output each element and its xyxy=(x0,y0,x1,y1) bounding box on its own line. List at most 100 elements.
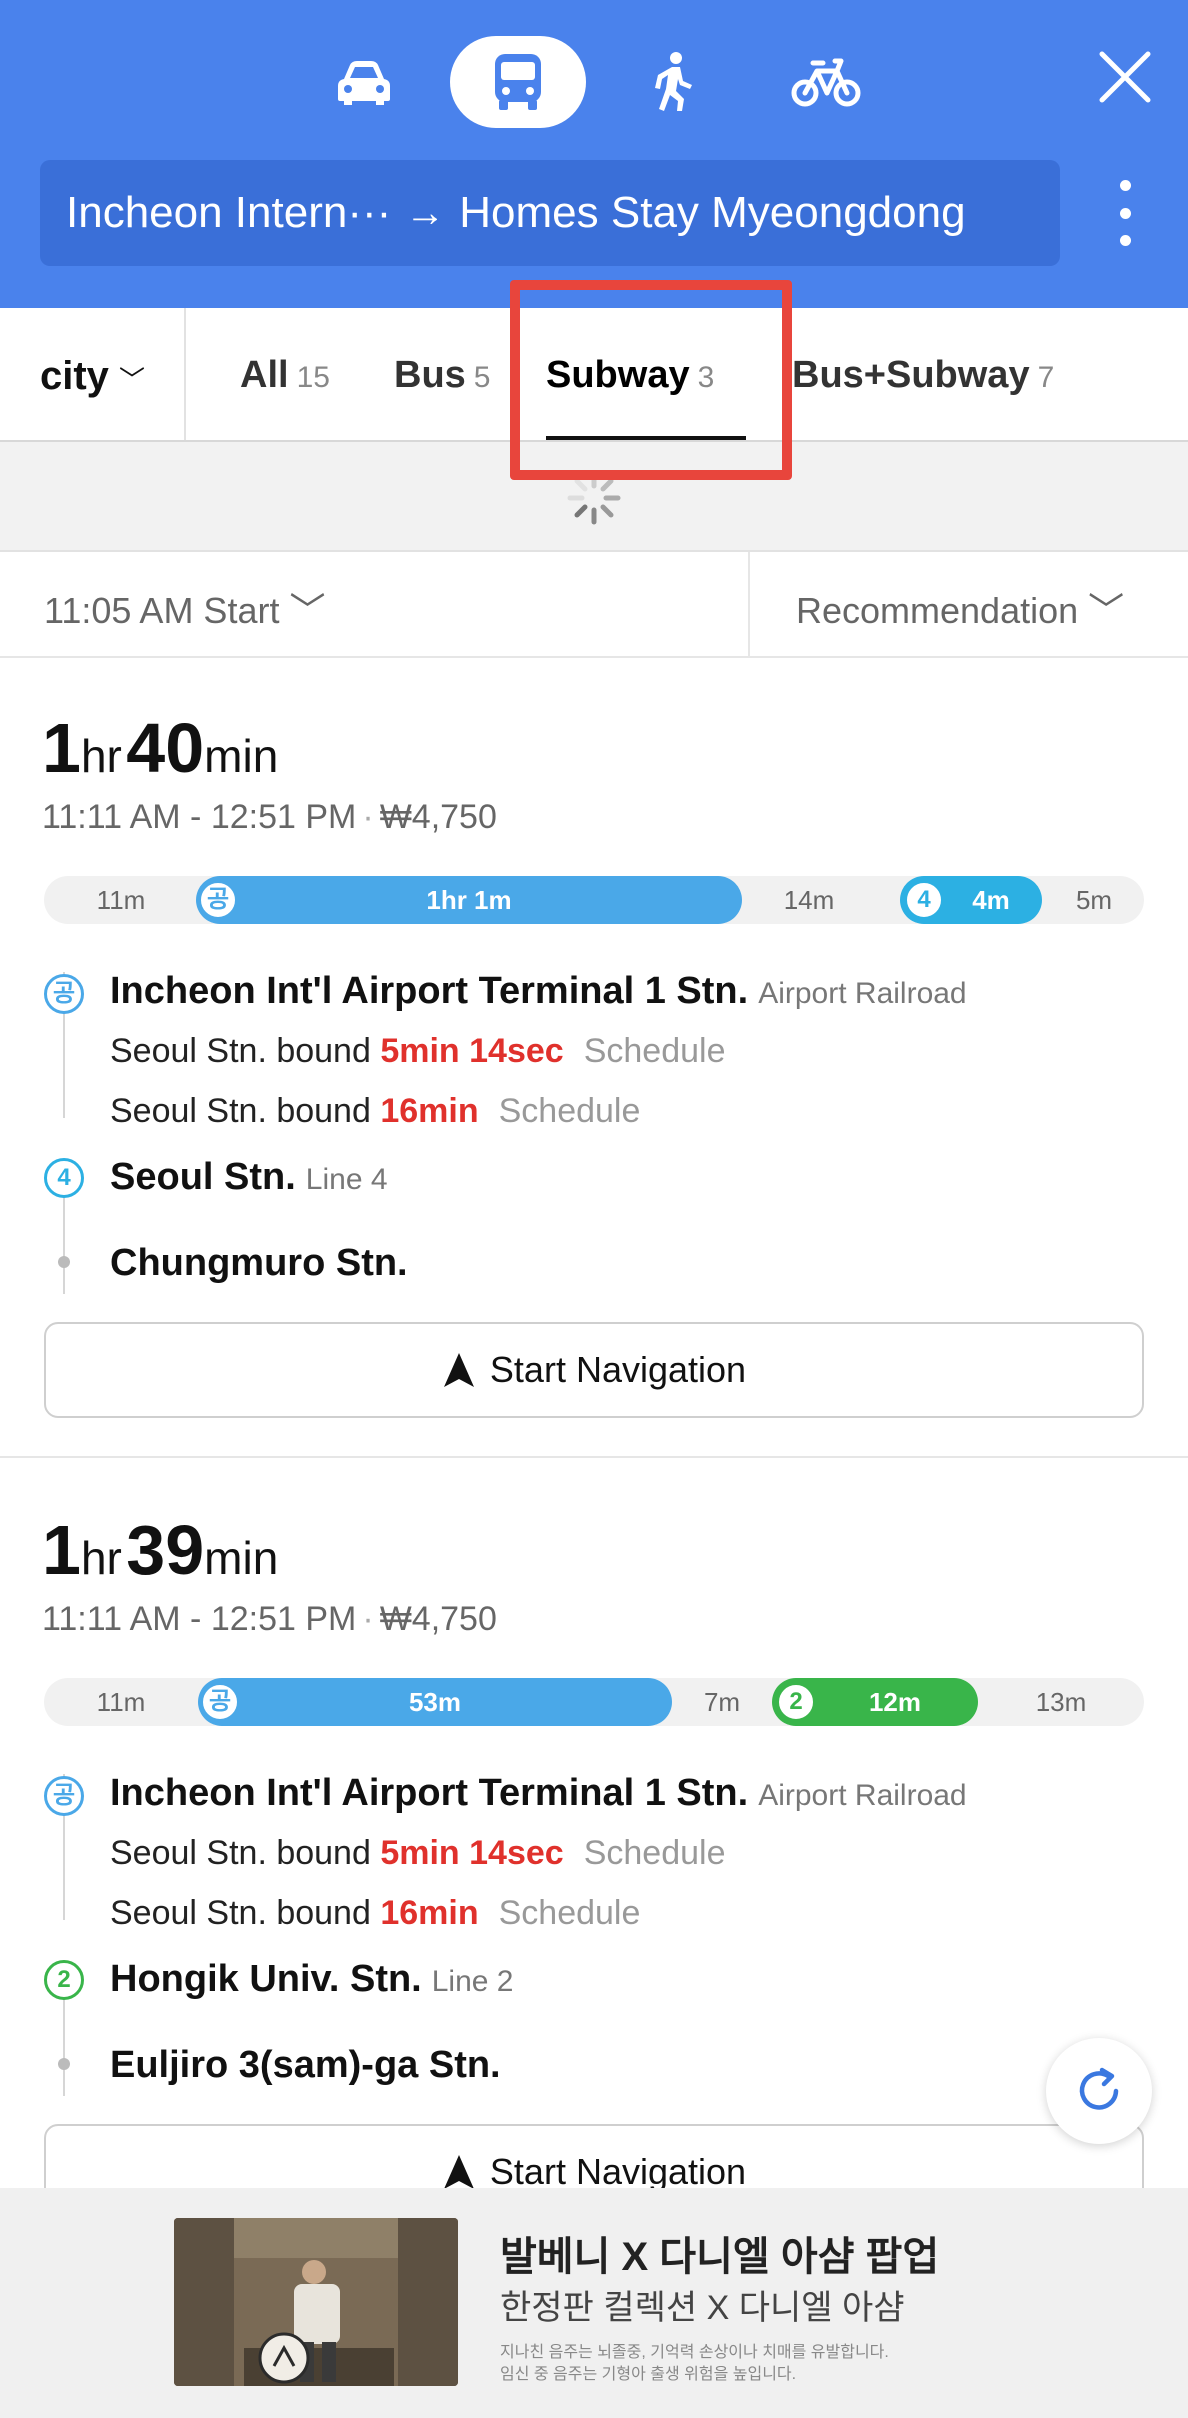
route-duration: 1hr 39min xyxy=(42,1510,278,1590)
tab-all[interactable]: All 15 xyxy=(240,354,330,397)
bound-label: Seoul Stn. bound xyxy=(110,1032,371,1070)
bound-label: Seoul Stn. bound xyxy=(110,1894,371,1932)
bound-label: Seoul Stn. bound xyxy=(110,1092,371,1130)
sort-dropdown[interactable]: Recommendation ﹀ xyxy=(796,582,1124,634)
schedule-link[interactable]: Schedule xyxy=(499,1894,641,1932)
tab-label: Bus+Subway xyxy=(792,354,1030,396)
more-options-button[interactable] xyxy=(1105,180,1145,246)
arrival-info: Seoul Stn. bound 5min 14sec Schedule xyxy=(110,1834,725,1873)
car-icon xyxy=(338,61,390,105)
line2-badge: 2 xyxy=(44,1960,84,2000)
start-time-dropdown[interactable]: 11:05 AM Start ﹀ xyxy=(44,582,326,634)
tab-count: 15 xyxy=(296,361,330,394)
route-time-fare: 11:11 AM - 12:51 PM · ₩4,750 xyxy=(42,798,497,836)
tab-bus-subway[interactable]: Bus+Subway 7 xyxy=(792,354,1054,397)
route-card[interactable]: 1hr 39min 11:11 AM - 12:51 PM · ₩4,750 11m… xyxy=(0,1462,1188,2220)
stop-dot xyxy=(58,1256,70,1268)
fare: ₩4,750 xyxy=(379,798,497,836)
airport-railroad-badge: 공 xyxy=(200,1682,240,1722)
close-button[interactable] xyxy=(1094,46,1156,108)
bike-icon xyxy=(791,58,861,107)
ad-photo xyxy=(174,2218,458,2386)
walk-icon xyxy=(655,52,692,111)
schedule-link[interactable]: Schedule xyxy=(499,1092,641,1130)
timeline-walk-segment: 13m xyxy=(1035,1687,1087,1717)
timeline-walk-segment: 11m xyxy=(96,885,146,915)
schedule-link[interactable]: Schedule xyxy=(584,1834,726,1872)
mode-walk-tab[interactable] xyxy=(625,36,721,128)
timeline-transfer-segment: 7m xyxy=(703,1687,741,1717)
stop-label: Hongik Univ. Stn. xyxy=(110,1958,422,2000)
refresh-button[interactable] xyxy=(1046,2038,1152,2144)
arrival-time: 5min 14sec xyxy=(380,1834,564,1872)
stop-label: Seoul Stn. xyxy=(110,1156,296,1198)
arrival-info: Seoul Stn. bound 16min Schedule xyxy=(110,1092,640,1131)
fare: ₩4,750 xyxy=(379,1600,497,1638)
button-label: Start Navigation xyxy=(489,1349,747,1390)
duration-hours: 1 xyxy=(42,1511,81,1589)
route-options-bar: 11:05 AM Start ﹀ Recommendation ﹀ xyxy=(0,552,1188,658)
duration-minutes: 39 xyxy=(126,1511,205,1589)
more-dot-icon xyxy=(1119,180,1131,191)
duration-min-unit: min xyxy=(204,730,279,782)
timeline-walk-segment: 5m xyxy=(1075,885,1113,915)
ad-banner[interactable]: 발베니 X 다니엘 아샴 팝업 한정판 컬렉션 X 다니엘 아샴 지나친 음주는… xyxy=(0,2188,1188,2418)
route-duration: 1hr 40min xyxy=(42,708,278,788)
mode-car-tab[interactable] xyxy=(316,36,412,128)
arrival-info: Seoul Stn. bound 16min Schedule xyxy=(110,1894,640,1933)
destination-label: Homes Stay Myeongdong xyxy=(459,188,966,237)
route-timeline: 11m 53m 공 7m 12m 2 13m xyxy=(44,1678,1144,1726)
schedule-link[interactable]: Schedule xyxy=(584,1032,726,1070)
stop-name: Seoul Stn. Line 4 xyxy=(110,1156,388,1199)
refresh-icon xyxy=(1079,2067,1119,2110)
duration-hr-unit: hr xyxy=(80,730,122,782)
mode-transit-tab[interactable] xyxy=(450,36,586,128)
more-dot-icon xyxy=(1119,207,1131,219)
route-line xyxy=(63,1986,65,2096)
timeline-walk-segment: 11m xyxy=(96,1687,146,1717)
divider xyxy=(184,308,186,440)
navigation-arrow-icon xyxy=(443,2155,474,2189)
region-dropdown[interactable]: city ﹀ xyxy=(40,354,145,399)
tab-count: 5 xyxy=(473,361,491,394)
ad-disclaimer: 임신 중 음주는 기형아 출생 위험을 높입니다. xyxy=(500,2366,797,2383)
chevron-down-icon: ﹀ xyxy=(1088,590,1125,631)
route-card[interactable]: 1hr 40min 11:11 AM - 12:51 PM · ₩4,750 11m… xyxy=(0,660,1188,1458)
stop-name: Hongik Univ. Stn. Line 2 xyxy=(110,1958,514,2001)
tab-count: 7 xyxy=(1037,361,1055,394)
start-navigation-button[interactable]: Start Navigation xyxy=(44,1322,1144,1418)
ad-title: 발베니 X 다니엘 아샴 팝업 xyxy=(500,2235,940,2279)
route-arrow: → xyxy=(405,190,446,235)
airport-railroad-badge: 공 xyxy=(44,1776,84,1816)
button-label: Start Navigation xyxy=(489,2151,747,2192)
sort-label: Recommendation xyxy=(796,590,1079,631)
ad-image xyxy=(174,2218,458,2386)
start-time-label: 11:05 AM Start xyxy=(44,590,280,631)
tab-label: All xyxy=(240,354,289,396)
stop-label: Chungmuro Stn. xyxy=(110,1242,408,1284)
tab-bus[interactable]: Bus 5 xyxy=(394,354,490,397)
timeline-transfer-segment: 14m xyxy=(783,885,835,915)
stop-name: Incheon Int'l Airport Terminal 1 Stn. Air… xyxy=(110,1772,967,1815)
route-summary-field[interactable]: Incheon Intern··· → Homes Stay Myeongdon… xyxy=(40,160,1060,266)
timeline-airport-segment: 53m xyxy=(198,1678,672,1726)
duration-hr-unit: hr xyxy=(80,1532,122,1584)
time-range: 11:11 AM - 12:51 PM xyxy=(42,798,357,836)
stop-label: Incheon Int'l Airport Terminal 1 Stn. xyxy=(110,1772,749,1814)
subway-tab-highlight xyxy=(510,280,792,480)
close-icon xyxy=(1099,51,1151,103)
arrival-time: 5min 14sec xyxy=(380,1032,564,1070)
line2-badge: 2 xyxy=(776,1682,816,1722)
arrival-time: 16min xyxy=(380,1092,479,1130)
stop-name: Euljiro 3(sam)-ga Stn. xyxy=(110,2044,501,2087)
mode-bike-tab[interactable] xyxy=(778,36,874,128)
stop-label: Euljiro 3(sam)-ga Stn. xyxy=(110,2044,501,2086)
duration-min-unit: min xyxy=(204,1532,279,1584)
stop-name: Incheon Int'l Airport Terminal 1 Stn. Air… xyxy=(110,970,967,1013)
divider xyxy=(748,552,750,656)
line-label: Line 2 xyxy=(431,1965,514,1998)
origin-label: Incheon Intern··· xyxy=(66,188,392,237)
stop-label: Incheon Int'l Airport Terminal 1 Stn. xyxy=(110,970,749,1012)
duration-minutes: 40 xyxy=(126,709,205,787)
navigation-arrow-icon xyxy=(443,1353,474,1387)
